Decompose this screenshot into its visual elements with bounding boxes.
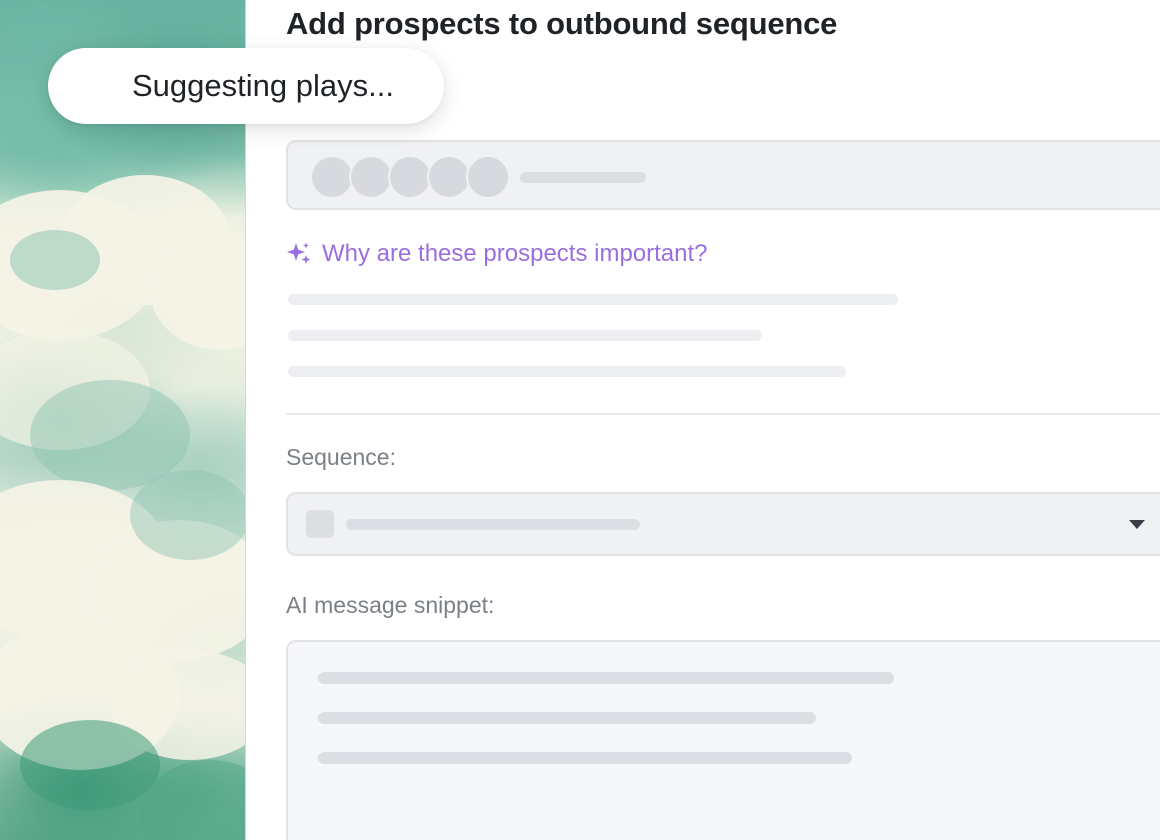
ai-message-snippet-box[interactable] [286,640,1160,840]
sequence-name-skeleton [346,519,640,530]
avatar-placeholder [349,155,393,199]
avatar-placeholder [388,155,432,199]
loading-toast: Suggesting plays... [48,48,444,124]
avatar-placeholder [427,155,471,199]
why-prospects-text: Why are these prospects important? [322,240,708,267]
toast-text: Suggesting plays... [132,68,394,103]
why-prospects-link[interactable]: Why are these prospects important? [286,238,708,270]
explanation-skeleton-line [288,330,762,341]
section-divider [286,413,1160,415]
prospects-field[interactable] [286,140,1160,210]
snippet-skeleton-line [318,712,816,724]
snippet-skeleton-line [318,752,852,764]
avatar-placeholder [466,155,510,199]
sequence-select[interactable] [286,492,1160,556]
sparkle-icon [287,242,311,264]
avatar-placeholder [310,155,354,199]
sequence-icon-placeholder [306,510,334,538]
explanation-skeleton-line [288,294,898,305]
snippet-skeleton-line [318,672,894,684]
page: Suggesting plays... Add prospects to out… [0,0,1160,840]
prospect-name-skeleton [520,172,646,183]
sequence-label: Sequence: [286,444,396,470]
explanation-skeleton-line [288,366,846,377]
main-panel: Add prospects to outbound sequence Why a… [286,0,1160,840]
chevron-down-icon [1129,520,1145,529]
page-title: Add prospects to outbound sequence [286,6,838,41]
snippet-label: AI message snippet: [286,592,495,618]
watercolor-cloud-illustration [0,0,246,840]
